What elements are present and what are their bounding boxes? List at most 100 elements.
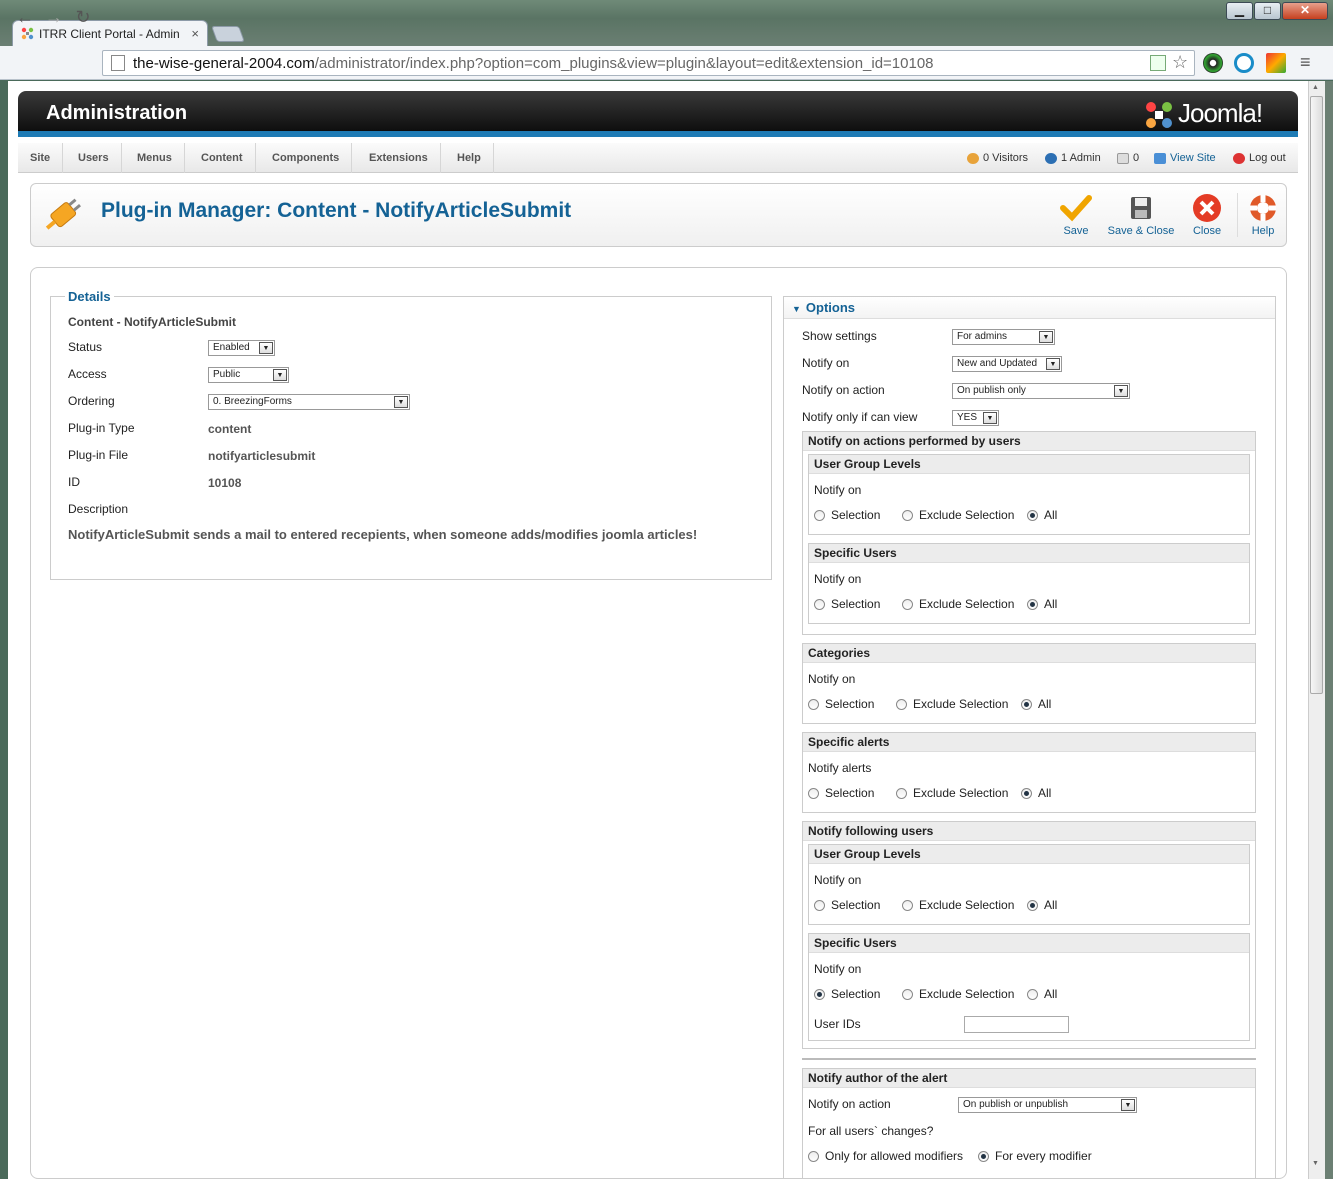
view-site-link[interactable]: View Site — [1154, 143, 1216, 173]
plugin-name: Content - NotifyArticleSubmit — [68, 315, 236, 329]
categories-label: Notify on — [808, 672, 856, 686]
file-value: notifyarticlesubmit — [208, 449, 316, 463]
logout-icon — [1233, 152, 1245, 164]
window-close-button[interactable]: ✕ — [1282, 2, 1328, 20]
save-button[interactable]: Save — [1059, 193, 1093, 237]
performed-su-exclude-radio[interactable]: Exclude Selection — [902, 597, 1014, 611]
show-settings-select[interactable]: For admins ▼ — [952, 329, 1055, 345]
visitors-icon — [967, 152, 979, 164]
categories-selection-radio[interactable]: Selection — [808, 697, 874, 711]
id-value: 10108 — [208, 476, 242, 490]
save-close-button[interactable]: Save & Close — [1106, 193, 1176, 237]
reload-icon[interactable]: ↻ — [72, 6, 94, 28]
performed-title: Notify on actions performed by users — [803, 432, 1255, 451]
extension-circle-icon[interactable] — [1203, 53, 1223, 73]
following-ugl-exclude-radio[interactable]: Exclude Selection — [902, 898, 1014, 912]
type-label: Plug-in Type — [68, 421, 135, 435]
access-label: Access — [68, 367, 107, 381]
alerts-exclude-radio[interactable]: Exclude Selection — [896, 786, 1008, 800]
chevron-down-icon: ▼ — [273, 369, 287, 381]
address-bar[interactable]: the-wise-general-2004.com/administrator/… — [102, 50, 1195, 76]
every-modifier-radio[interactable]: For every modifier — [978, 1149, 1092, 1163]
alerts-all-radio[interactable]: All — [1021, 786, 1051, 800]
performed-su-fieldset: Specific Users — [808, 543, 1250, 624]
lifebuoy-icon — [1247, 193, 1279, 223]
rss-icon[interactable] — [1150, 55, 1166, 71]
joomla-logo-text: Joomla! — [1178, 98, 1263, 128]
menu-site[interactable]: Site — [18, 143, 64, 173]
browser-tab[interactable]: ITRR Client Portal - Admin × — [12, 20, 208, 46]
radio-checked-icon — [1021, 698, 1032, 710]
bookmark-star-icon[interactable]: ☆ — [1172, 52, 1188, 73]
window-maximize-button[interactable]: □ — [1254, 2, 1281, 20]
help-button[interactable]: Help — [1247, 193, 1279, 237]
tab-close-icon[interactable]: × — [191, 26, 199, 41]
author-action-select[interactable]: On publish or unpublish ▼ — [958, 1097, 1137, 1113]
radio-checked-icon — [1027, 598, 1038, 610]
notify-action-select[interactable]: On publish only ▼ — [952, 383, 1130, 399]
categories-exclude-radio[interactable]: Exclude Selection — [896, 697, 1008, 711]
following-su-all-radio[interactable]: All — [1027, 987, 1057, 1001]
logout-link[interactable]: Log out — [1233, 143, 1286, 173]
following-ugl-all-radio[interactable]: All — [1027, 898, 1057, 912]
admin-menu-bar: Site Users Menus Content Components Exte… — [18, 143, 1298, 173]
alerts-selection-radio[interactable]: Selection — [808, 786, 874, 800]
performed-ugl-exclude-radio[interactable]: Exclude Selection — [902, 508, 1014, 522]
status-select[interactable]: Enabled ▼ — [208, 340, 275, 356]
scroll-up-arrow-icon[interactable]: ▲ — [1312, 84, 1319, 91]
user-ids-input[interactable] — [964, 1016, 1069, 1033]
following-ugl-selection-radio[interactable]: Selection — [814, 898, 880, 912]
chevron-down-icon: ▼ — [1046, 358, 1060, 370]
page-title: Plug-in Manager: Content - NotifyArticle… — [101, 199, 572, 222]
notify-on-label: Notify on — [802, 356, 850, 370]
performed-su-all-radio[interactable]: All — [1027, 597, 1057, 611]
following-su-selection-radio[interactable]: Selection — [814, 987, 880, 1001]
radio-icon — [814, 899, 825, 911]
checkmark-icon — [1060, 193, 1092, 223]
new-tab-button[interactable] — [211, 26, 245, 42]
author-action-label: Notify on action — [808, 1097, 891, 1111]
performed-su-selection-radio[interactable]: Selection — [814, 597, 880, 611]
id-label: ID — [68, 475, 80, 489]
menu-content[interactable]: Content — [189, 143, 256, 173]
menu-components[interactable]: Components — [260, 143, 353, 173]
browser-menu-icon[interactable]: ≡ — [1300, 52, 1311, 73]
scrollbar-thumb[interactable] — [1310, 96, 1323, 694]
forward-arrow-icon[interactable]: → — [43, 6, 65, 28]
close-button[interactable]: Close — [1189, 193, 1225, 237]
following-su-exclude-radio[interactable]: Exclude Selection — [902, 987, 1014, 1001]
extension-colorful-icon[interactable] — [1266, 53, 1286, 73]
toolbar-divider — [1237, 193, 1238, 237]
notify-on-select[interactable]: New and Updated ▼ — [952, 356, 1062, 372]
radio-icon — [896, 787, 907, 799]
scroll-down-arrow-icon[interactable]: ▼ — [1312, 1160, 1319, 1167]
ordering-select[interactable]: 0. BreezingForms ▼ — [208, 394, 410, 410]
notify-view-select[interactable]: YES ▼ — [952, 410, 999, 426]
chevron-down-icon: ▼ — [983, 412, 997, 424]
messages-status[interactable]: 0 — [1117, 143, 1139, 173]
following-ugl-title: User Group Levels — [809, 845, 1249, 864]
menu-users[interactable]: Users — [66, 143, 122, 173]
alerts-label: Notify alerts — [808, 761, 872, 775]
only-allowed-radio[interactable]: Only for allowed modifiers — [808, 1149, 963, 1163]
radio-icon — [902, 899, 913, 911]
options-header[interactable]: ▼ Options — [784, 297, 1275, 319]
joomla-logo[interactable]: Joomla! — [1144, 98, 1263, 130]
menu-menus[interactable]: Menus — [125, 143, 185, 173]
menu-help[interactable]: Help — [445, 143, 494, 173]
performed-ugl-all-radio[interactable]: All — [1027, 508, 1057, 522]
extension-sync-icon[interactable] — [1234, 53, 1254, 73]
radio-icon — [902, 509, 913, 521]
performed-ugl-selection-radio[interactable]: Selection — [814, 508, 880, 522]
admin-icon — [1045, 152, 1057, 164]
categories-all-radio[interactable]: All — [1021, 697, 1051, 711]
back-arrow-icon[interactable]: ← — [14, 6, 36, 28]
access-select[interactable]: Public ▼ — [208, 367, 289, 383]
window-frame-right — [1325, 81, 1333, 1179]
type-value: content — [208, 422, 252, 436]
plugin-icon — [40, 190, 88, 238]
menu-extensions[interactable]: Extensions — [357, 143, 441, 173]
window-minimize-button[interactable]: ▁ — [1226, 2, 1253, 20]
admin-header-bar — [18, 91, 1298, 137]
chevron-down-icon: ▼ — [1039, 331, 1053, 343]
